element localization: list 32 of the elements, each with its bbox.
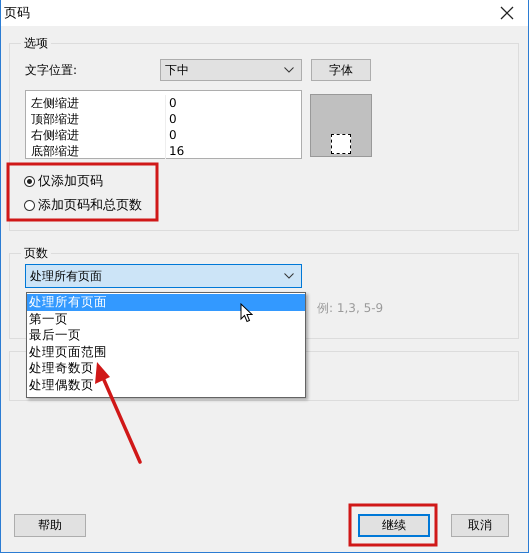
- table-cell: 0: [165, 111, 301, 127]
- radio-option[interactable]: 仅添加页码: [24, 169, 503, 193]
- page-number-placeholder: [331, 134, 351, 154]
- chevron-icon: [284, 67, 294, 73]
- table-cell-text: 底部缩进: [31, 143, 80, 159]
- group-title: 页数: [23, 245, 49, 262]
- margin-table[interactable]: 左侧缩进 0 顶部缩进 0 右侧缩进 0 底部缩进 16: [25, 90, 302, 159]
- chevron-icon: [284, 273, 294, 279]
- position-dropdown[interactable]: 下中: [160, 59, 302, 81]
- table-cell-text: 顶部缩进: [31, 111, 80, 127]
- table-cell-text: 右侧缩进: [31, 127, 80, 143]
- dropdown-option[interactable]: 处理偶数页: [27, 376, 305, 394]
- help-button[interactable]: 帮助: [14, 514, 86, 537]
- field-label: 文字位置:: [25, 62, 78, 78]
- group-title: 选项: [23, 35, 49, 52]
- close-icon[interactable]: [500, 6, 514, 20]
- font-button[interactable]: 字体: [311, 59, 371, 81]
- default-button[interactable]: 继续: [358, 514, 430, 537]
- radio-option[interactable]: 添加页码和总页数: [24, 193, 503, 217]
- range-hint: 例: 1,3, 5-9: [317, 301, 384, 315]
- mouse-pointer-icon: [240, 303, 253, 323]
- table-cell: 0: [165, 127, 301, 143]
- dropdown-option[interactable]: 最后一页: [27, 327, 305, 344]
- cancel-button[interactable]: 取消: [451, 514, 509, 537]
- table-cell-text: 左侧缩进: [31, 95, 80, 111]
- table-cell: 16: [165, 143, 301, 159]
- dropdown-option[interactable]: 第一页: [27, 310, 305, 328]
- window-title: 页码: [4, 5, 30, 22]
- page-range-dropdown[interactable]: 处理所有页面: [25, 264, 302, 288]
- table-cell: 0: [165, 95, 301, 111]
- dropdown-option[interactable]: 处理页面范围: [27, 344, 305, 360]
- dropdown-option[interactable]: 处理奇数页: [27, 360, 305, 377]
